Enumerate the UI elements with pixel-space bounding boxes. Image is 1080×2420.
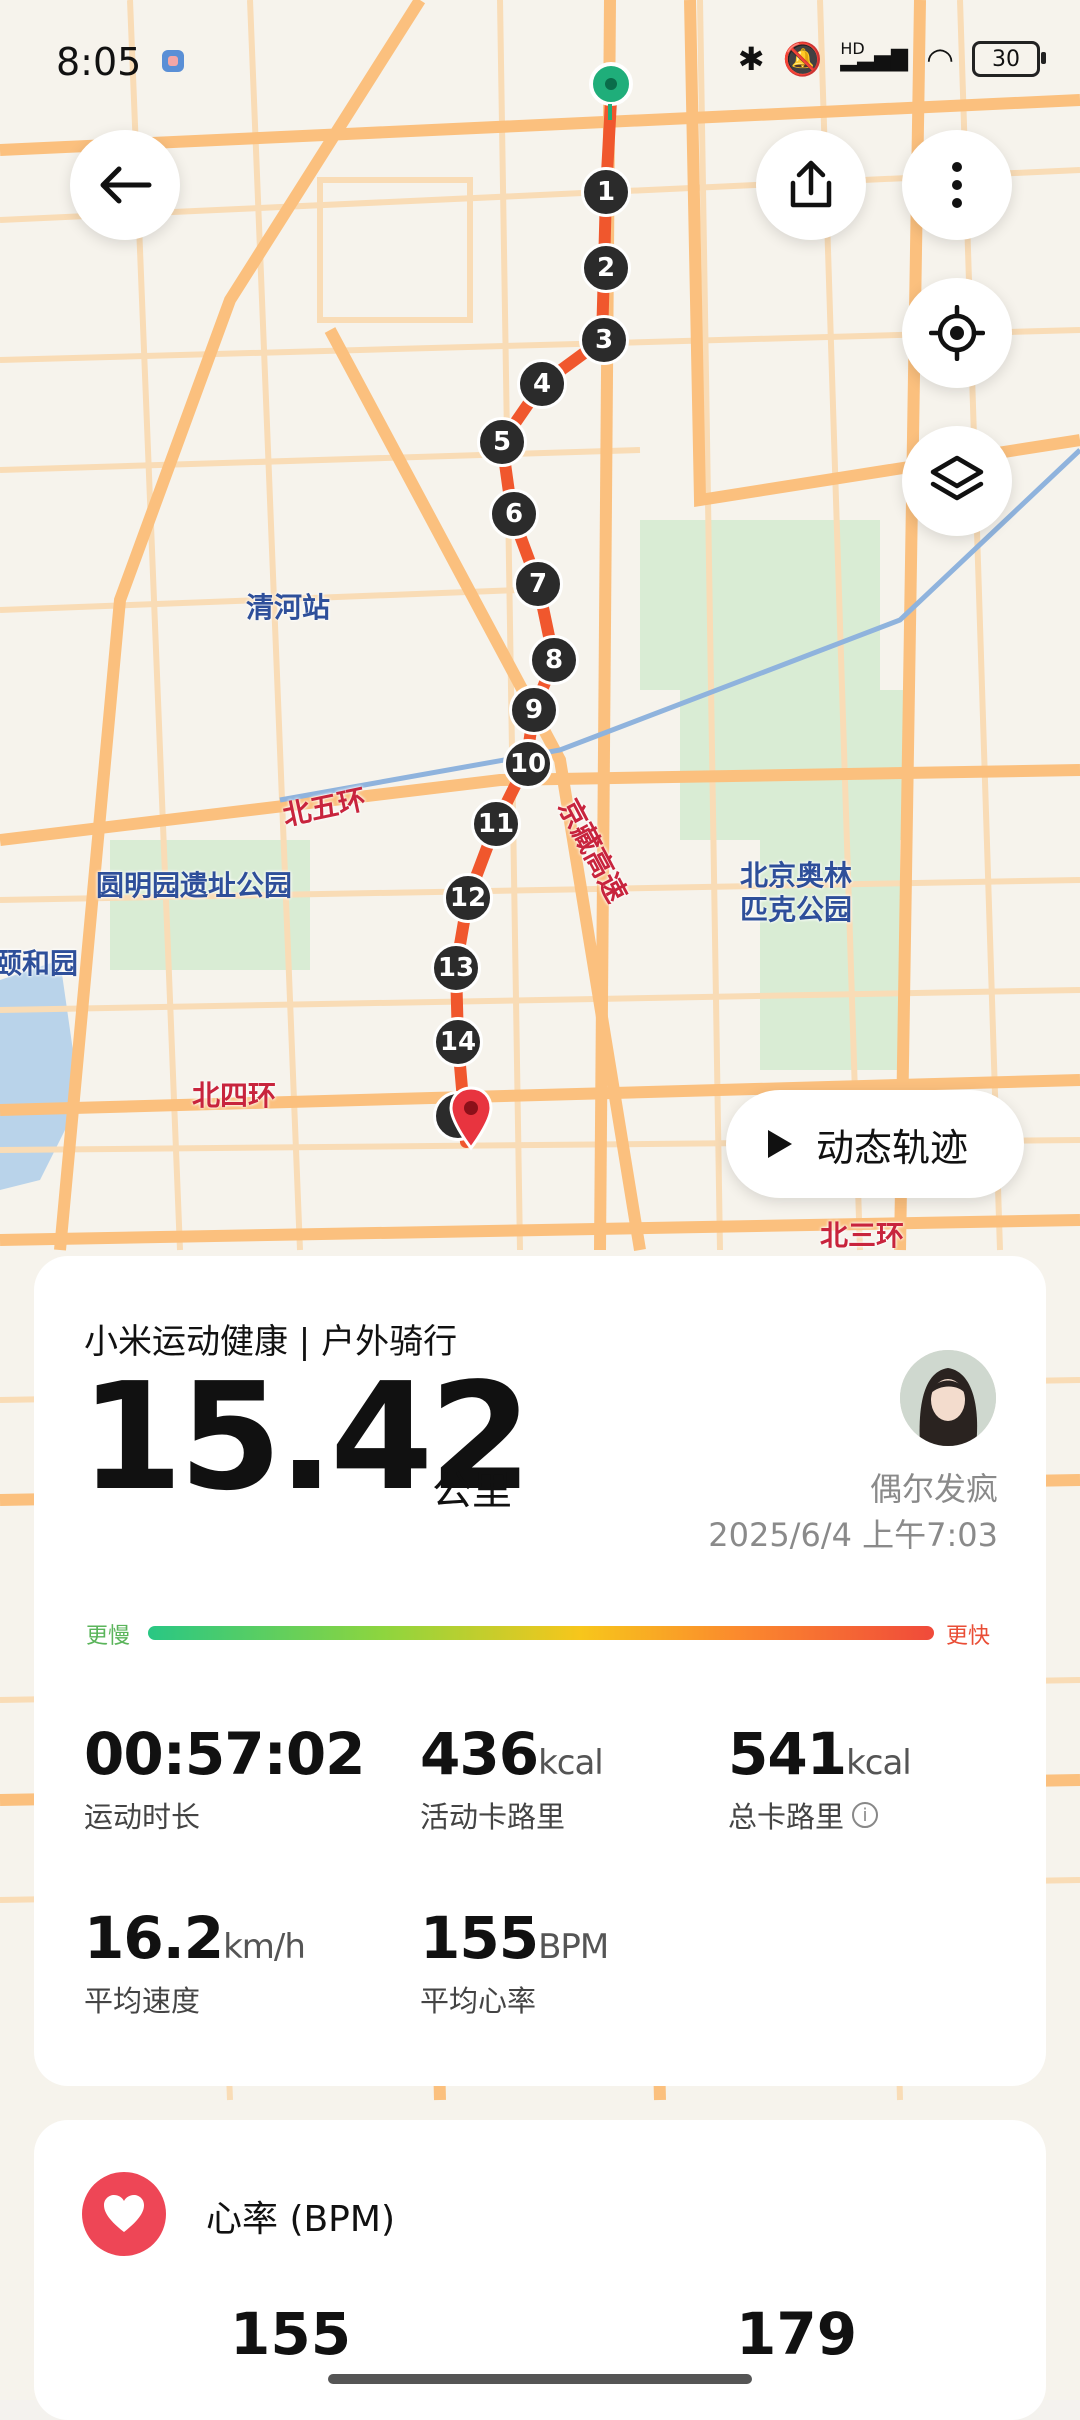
map-label-north-4th-ring: 北四环 <box>192 1079 277 1112</box>
route-marker[interactable]: 3 <box>579 315 629 365</box>
stat-duration-value: 00:57:02 <box>84 1720 366 1788</box>
user-name: 偶尔发疯 <box>869 1470 998 1508</box>
heart-rate-avg: 155 <box>230 2300 352 2368</box>
speed-slow-label: 更慢 <box>86 1624 131 1649</box>
network-type: HD <box>840 38 865 58</box>
route-marker[interactable]: 8 <box>529 635 579 685</box>
stat-avg-speed-unit: km/h <box>223 1927 306 1967</box>
layers-icon <box>930 455 984 501</box>
locate-icon <box>929 305 985 361</box>
route-marker[interactable]: 5 <box>477 417 527 467</box>
stat-total-kcal-unit: kcal <box>846 1743 912 1783</box>
share-icon <box>790 160 832 208</box>
route-marker[interactable]: 10 <box>503 739 553 789</box>
route-marker[interactable]: 9 <box>509 685 559 735</box>
home-indicator[interactable] <box>328 2374 752 2384</box>
route-marker[interactable]: 11 <box>471 799 521 849</box>
replay-track-label: 动态轨迹 <box>816 1125 969 1170</box>
info-icon[interactable]: i <box>852 1802 879 1828</box>
screen-record-icon <box>162 50 184 72</box>
status-bar: 8:05 ✱ 🔕 HD ▂▃▅▇ ◠ 30 <box>56 38 1046 90</box>
route-marker[interactable]: 4 <box>517 359 567 409</box>
stat-active-kcal-unit: kcal <box>538 1743 604 1783</box>
stat-avg-hr: 155BPM 平均心率 <box>420 1904 609 2020</box>
status-time: 8:05 <box>56 40 142 84</box>
stat-avg-hr-value: 155 <box>420 1904 539 1972</box>
route-marker[interactable]: 2 <box>581 243 631 293</box>
signal-icon: HD ▂▃▅▇ <box>840 38 909 72</box>
battery-level: 30 <box>992 46 1020 72</box>
distance-unit: 公里 <box>432 1468 512 1514</box>
speed-fast-label: 更快 <box>945 1624 990 1649</box>
avatar-image <box>900 1350 996 1446</box>
heart-rate-title: 心率 (BPM) <box>206 2199 396 2240</box>
route-marker[interactable]: 1 <box>581 167 631 217</box>
replay-track-button[interactable]: 动态轨迹 <box>726 1090 1024 1198</box>
map-label-yuanmingyuan: 圆明园遗址公园 <box>96 869 293 902</box>
stat-active-kcal: 436kcal 活动卡路里 <box>420 1720 604 1836</box>
map-label-summer-palace: 颐和园 <box>0 947 79 980</box>
heart-icon <box>82 2172 166 2256</box>
stat-avg-speed-value: 16.2 <box>84 1904 224 1972</box>
stat-avg-speed: 16.2km/h 平均速度 <box>84 1904 306 2020</box>
end-pin-icon <box>449 1086 493 1151</box>
more-vertical-icon <box>952 162 962 208</box>
stat-avg-hr-label: 平均心率 <box>420 1984 537 2018</box>
stat-avg-hr-unit: BPM <box>538 1927 609 1967</box>
bluetooth-icon: ✱ <box>737 40 765 78</box>
speed-legend-bar <box>148 1626 934 1640</box>
layers-button[interactable] <box>902 426 1012 536</box>
stat-total-kcal: 541kcal 总卡路里 i <box>728 1720 912 1836</box>
stat-active-kcal-label: 活动卡路里 <box>420 1800 566 1834</box>
route-marker[interactable]: 12 <box>443 873 493 923</box>
stat-duration: 00:57:02 运动时长 <box>84 1720 366 1836</box>
map-label-north-3rd-ring: 北三环 <box>820 1219 905 1252</box>
stat-duration-label: 运动时长 <box>84 1800 201 1834</box>
more-button[interactable] <box>902 130 1012 240</box>
battery-icon: 30 <box>972 41 1046 77</box>
route-marker[interactable]: 6 <box>489 489 539 539</box>
stat-avg-speed-label: 平均速度 <box>84 1984 201 2018</box>
back-button[interactable] <box>70 130 180 240</box>
workout-datetime: 2025/6/4 上午7:03 <box>708 1516 998 1554</box>
route-marker[interactable]: 13 <box>431 943 481 993</box>
heart-rate-max: 179 <box>736 2300 858 2368</box>
workout-summary-card: 小米运动健康 | 户外骑行 15.42 公里 偶尔发疯 2025/6/4 上午7… <box>34 1256 1046 2086</box>
map-label-qinghe: 清河站 <box>246 591 331 624</box>
stat-total-kcal-value: 541 <box>728 1720 847 1788</box>
mute-icon: 🔕 <box>782 40 823 78</box>
route-marker[interactable]: 7 <box>513 559 563 609</box>
avatar[interactable] <box>900 1350 996 1446</box>
play-icon <box>768 1130 792 1158</box>
wifi-icon: ◠ <box>926 40 954 78</box>
stat-total-kcal-label: 总卡路里 <box>728 1800 845 1834</box>
locate-button[interactable] <box>902 278 1012 388</box>
stat-active-kcal-value: 436 <box>420 1720 539 1788</box>
route-marker[interactable]: 14 <box>433 1017 483 1067</box>
map-label-olympic-park-2: 匹克公园 <box>740 893 853 926</box>
share-button[interactable] <box>756 130 866 240</box>
arrow-left-icon <box>100 166 152 204</box>
